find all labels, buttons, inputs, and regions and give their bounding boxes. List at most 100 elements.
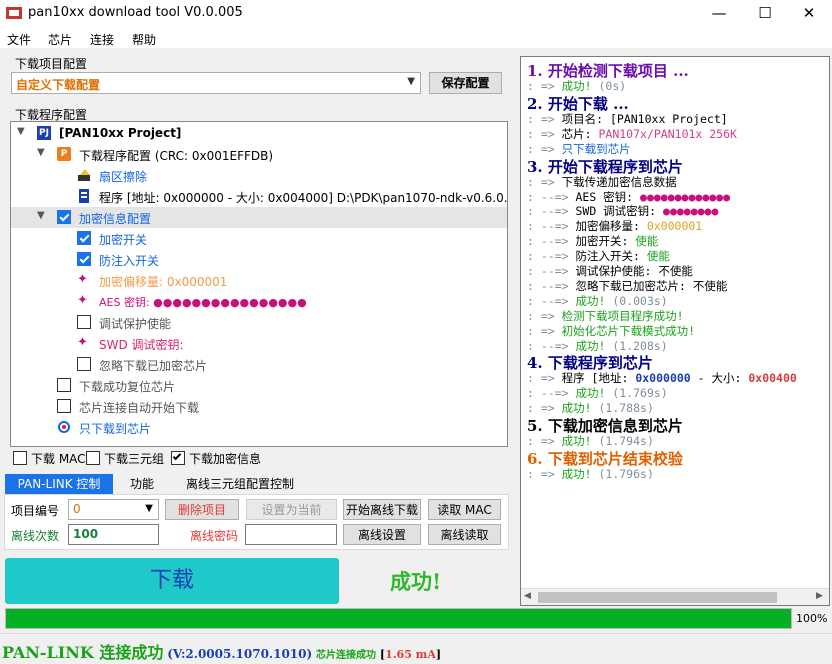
- checkbox-encrypt-config[interactable]: [57, 210, 71, 224]
- offline-count-input[interactable]: 100: [68, 524, 159, 545]
- tree-item-reset-after-download[interactable]: 下载成功复位芯片: [11, 375, 507, 396]
- tab-panlink-control[interactable]: PAN-LINK 控制: [5, 474, 113, 494]
- start-offline-download-button[interactable]: 开始离线下载: [343, 499, 421, 520]
- log-line: : --=> 忽略下载已加密芯片: 不使能: [527, 278, 728, 293]
- checkbox-box[interactable]: [86, 451, 100, 465]
- tree-item-label: 只下载到芯片: [79, 422, 152, 436]
- tree-item-sector-erase[interactable]: 扇区擦除: [11, 165, 507, 186]
- tree-item-swd-key[interactable]: ✦ SWD 调试密钥:: [11, 333, 507, 354]
- chevron-down-icon[interactable]: ▼: [37, 147, 47, 158]
- offline-settings-button[interactable]: 离线设置: [343, 524, 421, 545]
- project-no-select[interactable]: 0 ▼: [68, 499, 159, 520]
- tree-item-label: SWD 调试密钥:: [99, 338, 184, 352]
- log-line: : --=> 成功! (1.769s): [527, 386, 668, 401]
- set-current-button[interactable]: 设置为当前: [246, 499, 337, 520]
- tree-item-label: 程序 [地址: 0x000000 - 大小: 0x004000] D:\PDK\…: [99, 191, 508, 205]
- tree-item-label: 加密开关: [99, 233, 148, 247]
- tree-item-label: 忽略下载已加密芯片: [99, 359, 208, 373]
- tree-item-download-only-chip[interactable]: 只下载到芯片: [11, 417, 507, 438]
- progress-bar: [5, 608, 792, 629]
- sparkle-icon: ✦: [77, 335, 88, 350]
- delete-project-button[interactable]: 删除项目: [165, 499, 239, 520]
- tree-item-program-config[interactable]: ▼ P 下载程序配置 (CRC: 0x001EFFDB): [11, 144, 507, 165]
- read-mac-button[interactable]: 读取 MAC: [428, 499, 501, 520]
- chip-settings-icon: [57, 420, 71, 434]
- maximize-button[interactable]: ☐: [742, 0, 788, 28]
- status-bracket-close: ]: [435, 648, 442, 661]
- option-label: 下载加密信息: [189, 452, 262, 466]
- checkbox-auto-start[interactable]: [57, 399, 71, 413]
- tree-item-project[interactable]: ▼ PJ [PAN10xx Project]: [11, 123, 507, 144]
- tree-item-auto-start[interactable]: 芯片连接自动开始下载: [11, 396, 507, 417]
- log-line: : => 芯片: PAN107x/PAN101x 256K: [527, 126, 737, 141]
- tree-item-label: 加密偏移量: 0x000001: [99, 275, 228, 289]
- save-config-button[interactable]: 保存配置: [429, 72, 502, 94]
- status-line: PAN-LINK 连接成功 (V:2.0005.1070.1010) 芯片连接成…: [2, 639, 441, 663]
- checkbox-download-triple[interactable]: [86, 451, 100, 465]
- menu-bar: [0, 28, 832, 48]
- status-version: (V:2.0005.1070.1010): [167, 647, 313, 661]
- log-line: : --=> SWD 调试密钥: ●●●●●●●●: [527, 204, 719, 219]
- tree-item-label: 加密信息配置: [79, 212, 152, 226]
- menu-file[interactable]: 文件: [7, 31, 31, 48]
- offline-read-button[interactable]: 离线读取: [428, 524, 501, 545]
- checkbox-debug-protect[interactable]: [77, 315, 91, 329]
- tree-item-anti-injection[interactable]: 防注入开关: [11, 249, 507, 270]
- tree-item-encrypt-switch[interactable]: 加密开关: [11, 228, 507, 249]
- download-button[interactable]: 下载: [5, 558, 339, 604]
- log-line: : => 成功! (1.796s): [527, 467, 654, 481]
- tree-item-program-file[interactable]: 程序 [地址: 0x000000 - 大小: 0x004000] D:\PDK\…: [11, 186, 507, 207]
- project-config-select[interactable]: 自定义下载配置 ▼: [11, 72, 421, 94]
- chevron-down-icon[interactable]: ▼: [17, 126, 27, 137]
- scroll-right-icon[interactable]: ▶: [816, 591, 823, 601]
- chevron-down-icon[interactable]: ▼: [37, 210, 47, 221]
- log-line: : => 检测下载项目程序成功!: [527, 308, 684, 323]
- offline-password-input[interactable]: [245, 524, 337, 545]
- tree-item-encrypt-offset[interactable]: ✦ 加密偏移量: 0x000001: [11, 270, 507, 291]
- program-config-tree: ▼ PJ [PAN10xx Project] ▼ P 下载程序配置 (CRC: …: [10, 121, 508, 447]
- menu-connect[interactable]: 连接: [90, 31, 114, 48]
- checkbox-box[interactable]: [13, 451, 27, 465]
- checkbox-ignore-encrypted[interactable]: [77, 357, 91, 371]
- log-line: : => 项目名: [PAN10xx Project]: [527, 111, 728, 126]
- tab-offline-triple-config[interactable]: 离线三元组配置控制: [172, 474, 308, 494]
- tree-item-aes-key[interactable]: ✦ AES 密钥: ●●●●●●●●●●●●●●●●: [11, 291, 507, 312]
- tree-item-encrypt-config[interactable]: ▼ 加密信息配置: [11, 207, 507, 228]
- checkbox-encrypt-switch[interactable]: [77, 231, 91, 245]
- eraser-icon: [77, 168, 91, 182]
- tree-item-label: AES 密钥: ●●●●●●●●●●●●●●●●: [99, 296, 307, 309]
- offline-count-label: 离线次数: [11, 529, 60, 543]
- minimize-button[interactable]: —: [696, 0, 742, 28]
- tree-item-label: 扇区擦除: [99, 170, 148, 184]
- log-line: : --=> 加密偏移量: 0x000001: [527, 219, 703, 234]
- project-config-value: 自定义下载配置: [16, 78, 101, 92]
- checkbox-anti-injection[interactable]: [77, 252, 91, 266]
- tree-item-ignore-encrypted[interactable]: 忽略下载已加密芯片: [11, 354, 507, 375]
- tab-function[interactable]: 功能: [118, 474, 166, 494]
- scroll-left-icon[interactable]: ◀: [524, 591, 531, 601]
- log-line: : --=> AES 密钥: ●●●●●●●●●●●●●: [527, 189, 731, 204]
- log-line: : --=> 成功! (1.208s): [527, 338, 668, 353]
- close-button[interactable]: ✕: [786, 0, 832, 28]
- option-label: 下载三元组: [104, 452, 165, 466]
- sparkle-icon: ✦: [77, 293, 88, 308]
- chevron-down-icon: ▼: [407, 76, 415, 87]
- status-chip: 芯片连接成功: [316, 650, 377, 661]
- scrollbar-thumb[interactable]: [538, 592, 777, 603]
- checkbox-reset-after-download[interactable]: [57, 378, 71, 392]
- tree-item-debug-protect[interactable]: 调试保护使能: [11, 312, 507, 333]
- horizontal-scrollbar[interactable]: ◀ ▶: [521, 588, 829, 605]
- tree-item-label: 调试保护使能: [99, 317, 172, 331]
- log-line: : => 成功! (1.788s): [527, 401, 654, 416]
- app-icon: [6, 6, 22, 20]
- log-line: : => 只下载到芯片: [527, 141, 631, 156]
- menu-help[interactable]: 帮助: [132, 31, 156, 48]
- status-main: PAN-LINK 连接成功: [2, 643, 164, 662]
- checkbox-download-mac[interactable]: [13, 451, 27, 465]
- tree-item-label: 防注入开关: [99, 254, 160, 268]
- log-line: : => 程序 [地址: 0x000000 - 大小: 0x00400: [527, 371, 797, 386]
- menu-chip[interactable]: 芯片: [48, 31, 72, 48]
- tree-item-label: 下载程序配置 (CRC: 0x001EFFDB): [79, 149, 274, 163]
- log-line: : => 下载传递加密信息数据: [527, 174, 677, 189]
- checkbox-download-encrypt[interactable]: [171, 451, 185, 465]
